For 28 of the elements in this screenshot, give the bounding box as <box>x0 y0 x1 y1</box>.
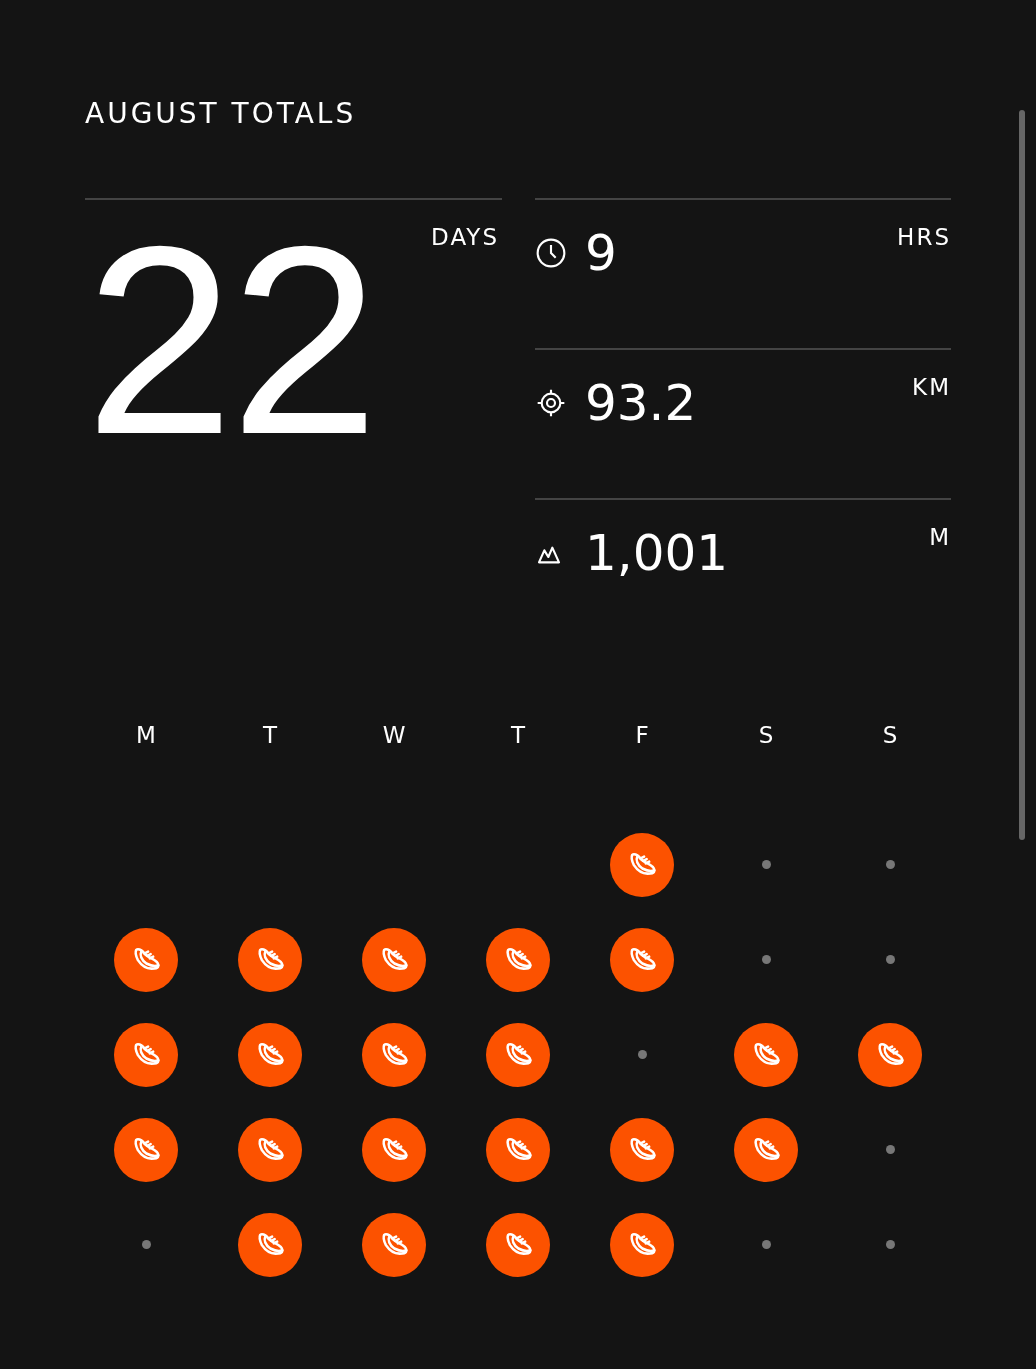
weekday-label: F <box>635 722 649 748</box>
rest-day-dot <box>761 1240 771 1249</box>
rest-day-dot <box>761 860 771 869</box>
days-unit: DAYS <box>431 224 499 250</box>
stat-value: 1,001 <box>585 524 729 582</box>
scrollbar[interactable] <box>1019 110 1025 840</box>
stat-unit: HRS <box>897 224 951 250</box>
rest-day-dot <box>637 1050 647 1059</box>
stat-value: 9 <box>585 224 617 282</box>
stat-value: 93.2 <box>585 374 697 432</box>
rest-day-dot <box>885 1145 895 1154</box>
rest-day-dot <box>885 955 895 964</box>
rest-day-dot <box>761 955 771 964</box>
weekday-label: M <box>136 722 156 748</box>
stat-unit: M <box>929 524 951 550</box>
rest-day-dot <box>885 860 895 869</box>
weekday-label: S <box>882 722 898 748</box>
days-count: 22 <box>85 240 376 440</box>
weekday-label: S <box>758 722 774 748</box>
stat-unit: KM <box>912 374 951 400</box>
rest-day-dot <box>885 1240 895 1249</box>
section-title: AUGUST TOTALS <box>85 96 358 132</box>
weekday-label: T <box>262 722 278 748</box>
target-icon <box>535 387 567 419</box>
weekday-label: W <box>382 722 406 748</box>
weekday-label: T <box>510 722 526 748</box>
rest-day-dot <box>141 1240 151 1249</box>
clock-icon <box>535 237 567 269</box>
